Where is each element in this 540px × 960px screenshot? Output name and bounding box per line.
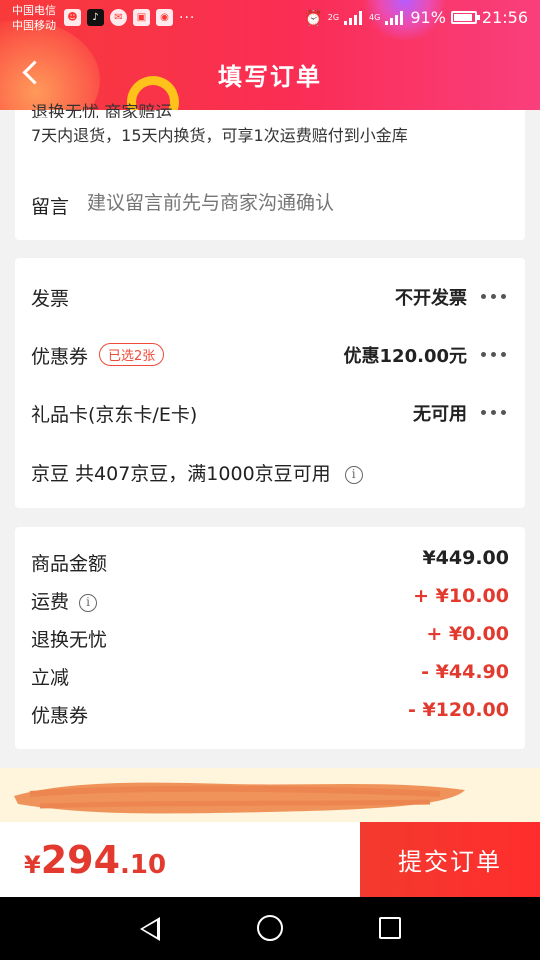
discount-label: 立减: [31, 667, 70, 689]
total-price: ¥294.10: [24, 838, 166, 882]
price-card: 商品金额 ¥449.00 运费 i + ¥10.00 退换无忧 + ¥0.00 立…: [15, 527, 525, 749]
currency-symbol: ¥: [24, 851, 41, 879]
total-dec: .10: [120, 850, 167, 880]
app-notification-icon: ☻: [64, 9, 81, 26]
status-bar: 中国电信 中国移动 ☻ ♪ ✉ ▣ ◉ ··· ⏰ 2G 4G 91% 21:5…: [0, 0, 540, 36]
shipping-label-wrap: 运费 i: [31, 587, 98, 614]
service-message-card: 退换无忧 商家赔运 7天内退货，15天内换货，可享1次运费赔付到小金库 留言: [15, 103, 525, 240]
message-label: 留言: [31, 196, 70, 218]
giftcard-value: 无可用: [413, 404, 467, 425]
clock: 21:56: [481, 8, 528, 27]
coupon-row[interactable]: 优惠券 已选2张 优惠120.00元: [31, 342, 509, 372]
message-icon: ✉: [110, 9, 127, 26]
coupon-price-label: 优惠券: [31, 705, 89, 727]
shipping-label: 运费: [31, 591, 70, 613]
system-nav-bar: [0, 897, 540, 960]
coupon-price-amount: - ¥120.00: [407, 699, 509, 721]
giftcard-label: 礼品卡(京东卡/E卡): [31, 404, 198, 426]
battery-icon: [450, 11, 480, 24]
more-dots-icon[interactable]: [479, 350, 509, 358]
network-4g-label: 4G: [369, 13, 381, 22]
total-int: 294: [40, 838, 121, 882]
status-right: ⏰ 2G 4G 91% 21:56: [304, 8, 528, 27]
goods-amount: ¥449.00: [422, 547, 509, 569]
more-dots-icon[interactable]: [479, 292, 509, 300]
checkout-bar: ¥294.10 提交订单: [0, 822, 540, 897]
signal-icon: [344, 10, 364, 25]
carrier-1: 中国电信: [12, 4, 56, 17]
coupon-badge: 已选2张: [99, 343, 165, 366]
shipping-amount: + ¥10.00: [413, 585, 509, 607]
gift-app-icon: ▣: [133, 9, 150, 26]
more-notifications-icon: ···: [179, 9, 196, 26]
info-icon[interactable]: i: [79, 594, 98, 612]
battery-percent: 91%: [410, 8, 446, 27]
nav-recent-icon[interactable]: [379, 917, 401, 939]
invoice-value: 不开发票: [395, 288, 467, 309]
goods-label: 商品金额: [31, 553, 108, 575]
info-icon[interactable]: i: [344, 466, 363, 484]
worry-free-label: 退换无忧: [31, 629, 108, 651]
notification-icons: ☻ ♪ ✉ ▣ ◉ ···: [64, 9, 195, 26]
alarm-icon: ⏰: [304, 8, 323, 27]
shipping-row: 运费 i + ¥10.00: [31, 585, 509, 613]
network-2g-label: 2G: [327, 13, 340, 22]
coupon-value: 优惠120.00元: [343, 346, 467, 367]
nav-back-icon[interactable]: [140, 917, 160, 941]
signal-icon-2: [385, 10, 405, 25]
tiktok-icon: ♪: [87, 9, 104, 26]
coupon-label: 优惠券: [31, 346, 89, 368]
carrier-names: 中国电信 中国移动: [12, 3, 56, 33]
giftcard-row[interactable]: 礼品卡(京东卡/E卡) 无可用: [31, 400, 509, 430]
page-title: 填写订单: [218, 63, 322, 91]
discount-amount: - ¥44.90: [421, 661, 509, 683]
nav-home-icon[interactable]: [257, 915, 283, 941]
carrier-2: 中国移动: [12, 19, 56, 32]
invoice-row[interactable]: 发票 不开发票: [31, 284, 509, 314]
goods-amount-row: 商品金额 ¥449.00: [31, 547, 509, 575]
header: 中国电信 中国移动 ☻ ♪ ✉ ▣ ◉ ··· ⏰ 2G 4G 91% 21:5…: [0, 0, 540, 110]
options-card: 发票 不开发票 优惠券 已选2张 优惠120.00元 礼品卡(京东卡/E卡) 无…: [15, 258, 525, 508]
worry-free-row: 退换无忧 + ¥0.00: [31, 623, 509, 651]
service-description: 7天内退货，15天内换货，可享1次运费赔付到小金库: [31, 126, 408, 145]
redaction-scribble: [14, 782, 465, 814]
more-dots-icon[interactable]: [479, 408, 509, 416]
beans-text: 京豆 共407京豆，满1000京豆可用 i: [31, 459, 363, 486]
worry-free-amount: + ¥0.00: [426, 623, 509, 645]
invoice-label: 发票: [31, 288, 70, 310]
map-app-icon: ◉: [156, 9, 173, 26]
beans-row: 京豆 共407京豆，满1000京豆可用 i: [31, 459, 509, 489]
service-title: 退换无忧 商家赔运: [31, 103, 173, 118]
discount-row: 立减 - ¥44.90: [31, 661, 509, 689]
coupon-price-row: 优惠券 - ¥120.00: [31, 699, 509, 727]
submit-order-button[interactable]: 提交订单: [360, 822, 540, 897]
message-input[interactable]: [87, 192, 507, 214]
beans-label: 京豆 共407京豆，满1000京豆可用: [31, 463, 331, 485]
